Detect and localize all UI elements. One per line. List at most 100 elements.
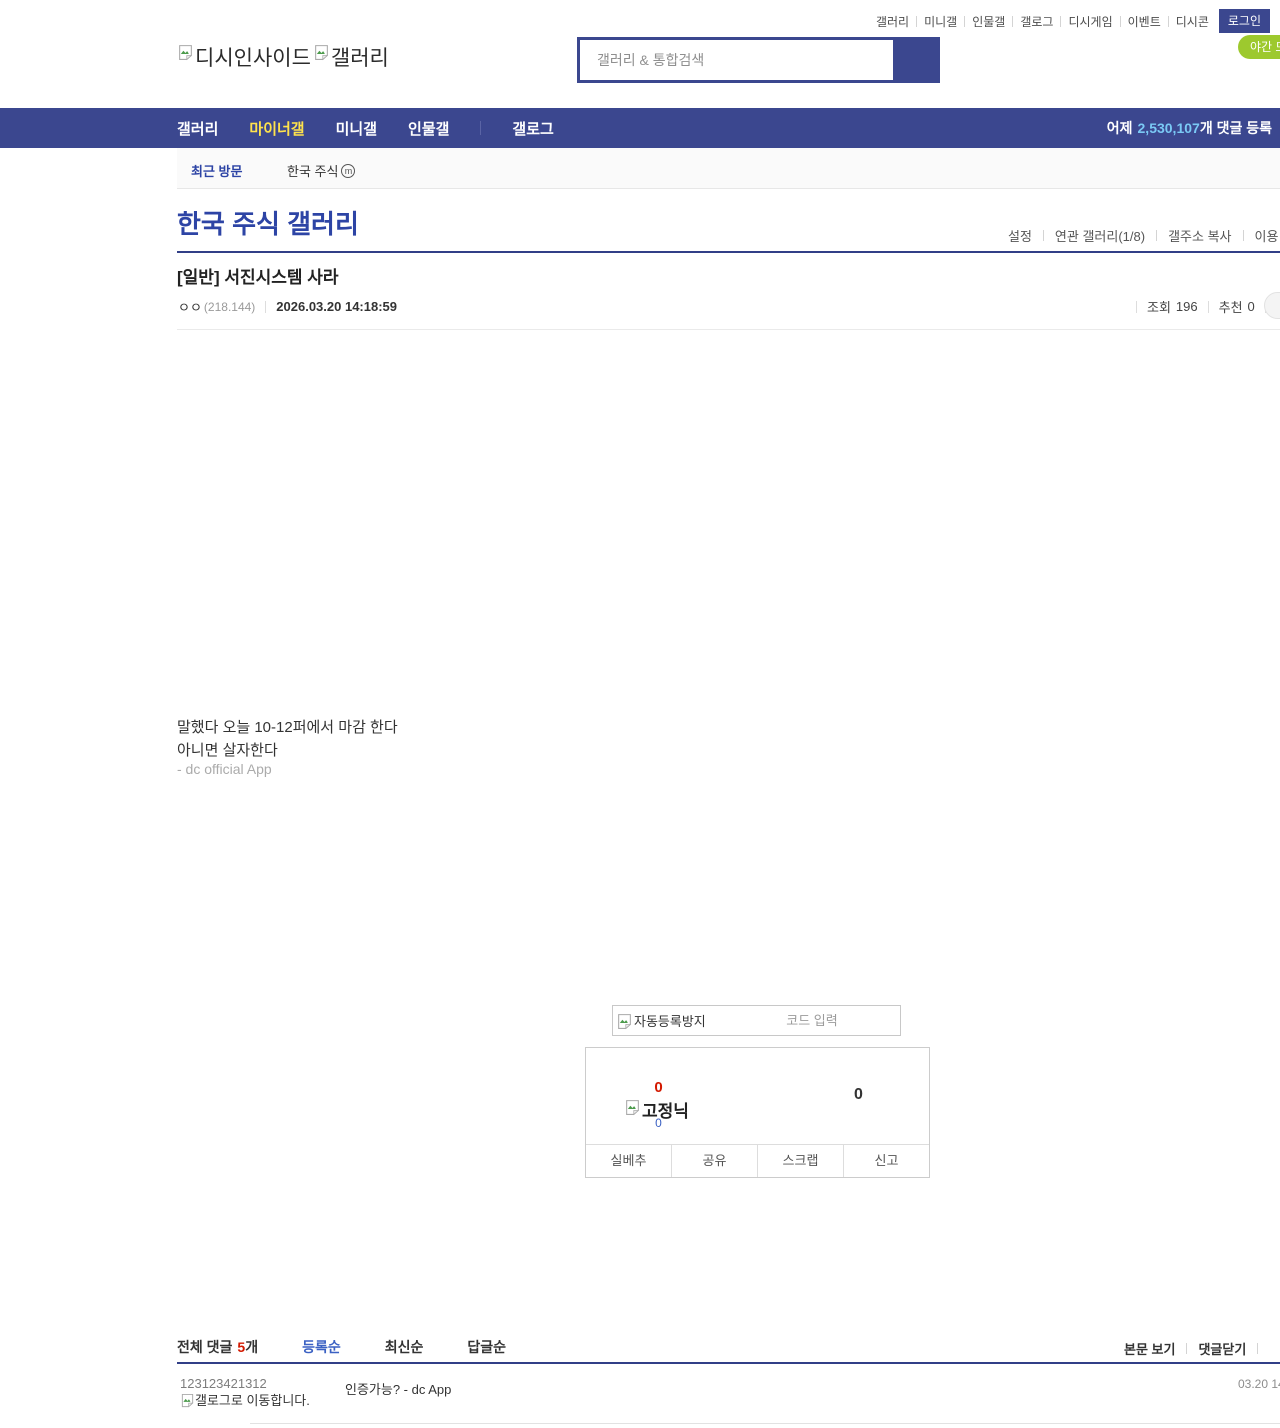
main-nav: 갤러리 마이너갤 미니갤 인물갤 갤로그 어제 2,530,107개 댓글 등록 [0, 108, 1280, 148]
downvote-count: 0 [816, 1086, 901, 1104]
close-comments-button[interactable]: 댓글닫기 [1198, 1339, 1246, 1358]
recent-visit-gallery-name: 한국 주식 [287, 161, 338, 180]
post-action-bar: 실베추 공유 스크랩 신고 [586, 1144, 929, 1177]
title-underline [177, 251, 1280, 253]
post-signature: - dc official App [177, 761, 272, 777]
divider [250, 1423, 1280, 1424]
recent-visit-bar: 최근 방문 한국 주식 m [177, 148, 1280, 189]
post-date: 2026.03.20 14:18:59 [276, 299, 397, 314]
divider [1186, 1343, 1187, 1354]
comment-nick[interactable]: 123123421312 [180, 1376, 267, 1391]
sort-tab-reply[interactable]: 답글순 [467, 1337, 506, 1357]
comments-header: 전체 댓글 5개 등록순 최신순 답글순 [177, 1337, 506, 1357]
nav-item-gallery[interactable]: 갤러리 [177, 118, 218, 139]
comments-underline [177, 1362, 1280, 1364]
site-logo[interactable]: 디시인사이드 갤러리 [177, 42, 391, 72]
divider [1012, 16, 1013, 27]
nav-item-persongal[interactable]: 인물갤 [408, 118, 449, 139]
captcha-image: 자동등록방지 [616, 1011, 724, 1030]
comments-total-suffix: 개 [245, 1337, 258, 1357]
broken-image-icon [177, 44, 194, 61]
top-utility-bar: 갤러리 미니갤 인물갤 갤로그 디시게임 이벤트 디시콘 로그인 [0, 0, 1280, 32]
topbar-link-persongal[interactable]: 인물갤 [972, 13, 1005, 30]
copy-gallery-url-link[interactable]: 갤주소 복사 [1168, 226, 1231, 245]
broken-image-icon [616, 1013, 633, 1030]
recommend-label: 추천 [1219, 297, 1243, 316]
gallery-title[interactable]: 한국 주식 갤러리 [177, 204, 359, 241]
sort-tab-registered[interactable]: 등록순 [302, 1337, 341, 1357]
nav-item-minorgal[interactable]: 마이너갤 [249, 118, 304, 139]
comment-content: 인증가능? - dc App [345, 1379, 451, 1398]
post-body-line2: 아니면 살자한다 [177, 739, 398, 762]
nav-item-minigal[interactable]: 미니갤 [336, 118, 377, 139]
stats-count: 2,530,107 [1138, 120, 1200, 136]
minor-gallery-badge: m [341, 164, 355, 178]
topbar-link-event[interactable]: 이벤트 [1128, 13, 1161, 30]
upvote-count: 0 [616, 1079, 701, 1096]
comment-stats: 어제 2,530,107개 댓글 등록 [1107, 108, 1272, 148]
post-body: 말했다 오늘 10-12퍼에서 마감 한다 아니면 살자한다 [177, 716, 398, 762]
captcha-box: 자동등록방지 [612, 1005, 901, 1036]
recommend-count: 0 [1248, 299, 1255, 314]
divider [916, 16, 917, 27]
logo-alt-gallery: 갤러리 [331, 42, 389, 72]
divider [1120, 16, 1121, 27]
divider [964, 16, 965, 27]
search-box [577, 37, 940, 83]
divider [1043, 230, 1044, 241]
login-button[interactable]: 로그인 [1219, 9, 1270, 33]
related-galleries-link[interactable]: 연관 갤러리(1/8) [1055, 226, 1145, 245]
topbar-link-gallery[interactable]: 갤러리 [876, 13, 909, 30]
search-input[interactable] [580, 40, 893, 80]
scrap-button[interactable]: 스크랩 [757, 1145, 843, 1177]
post-meta: ㅇㅇ (218.144) 2026.03.20 14:18:59 [178, 297, 397, 316]
comments-header-right: 본문 보기 댓글닫기 [1124, 1339, 1269, 1358]
view-label: 조회 [1147, 297, 1171, 316]
gallery-toolbar: 설정 연관 갤러리(1/8) 갤주소 복사 이용 [1008, 226, 1278, 245]
nav-item-gallog[interactable]: 갤로그 [512, 118, 553, 139]
post-writer[interactable]: ㅇㅇ [178, 297, 202, 316]
captcha-image-alt: 자동등록방지 [634, 1011, 706, 1030]
topbar-link-gallog[interactable]: 갤로그 [1020, 13, 1053, 30]
broken-image-icon [313, 44, 330, 61]
comment-date: 03.20 14 [1238, 1377, 1280, 1391]
post-title: [일반] 서진시스템 사라 [177, 263, 339, 288]
share-button[interactable]: 공유 [671, 1145, 757, 1177]
post-body-line1: 말했다 오늘 10-12퍼에서 마감 한다 [177, 716, 398, 739]
divider [1136, 301, 1137, 313]
topbar-link-minigal[interactable]: 미니갤 [924, 13, 957, 30]
divider [1257, 1343, 1258, 1354]
divider [1168, 16, 1169, 27]
recent-visit-label: 최근 방문 [191, 161, 242, 180]
recent-visit-gallery[interactable]: 한국 주식 m [287, 161, 355, 180]
broken-image-icon [624, 1099, 641, 1116]
gallery-settings-link[interactable]: 설정 [1008, 226, 1032, 245]
divider [1156, 230, 1157, 241]
broken-image-icon [180, 1393, 195, 1408]
divider [1208, 301, 1209, 313]
topbar-link-dccon[interactable]: 디시콘 [1176, 13, 1209, 30]
comments-total-count: 5 [237, 1339, 245, 1355]
topbar-link-dcgame[interactable]: 디시게임 [1068, 13, 1112, 30]
vote-widget: 0 고정닉 0 0 실베추 공유 스크랩 신고 [585, 1047, 930, 1178]
usage-guide-link[interactable]: 이용 [1255, 226, 1279, 245]
stats-prefix: 어제 [1107, 120, 1133, 136]
divider [177, 329, 1280, 330]
comments-total: 전체 댓글 5개 [177, 1337, 258, 1357]
logo-alt-dcinside: 디시인사이드 [195, 42, 311, 72]
divider [480, 121, 481, 135]
sort-tab-newest[interactable]: 최신순 [385, 1337, 424, 1357]
search-button[interactable] [893, 40, 937, 80]
captcha-input[interactable] [724, 1013, 900, 1028]
view-count: 196 [1176, 299, 1198, 314]
post-writer-ip: (218.144) [204, 300, 255, 314]
report-button[interactable]: 신고 [843, 1145, 929, 1177]
night-mode-button[interactable]: 야간 모드 [1238, 35, 1280, 59]
post-meta-right: 조회 196 추천 0 [1126, 297, 1276, 316]
stats-suffix: 개 댓글 등록 [1200, 120, 1272, 136]
comment-gallog-alt: 갤로그로 이동합니다. [195, 1393, 310, 1408]
silbechu-button[interactable]: 실베추 [586, 1145, 671, 1177]
view-post-button[interactable]: 본문 보기 [1124, 1339, 1175, 1358]
comment-gallog-link[interactable]: 갤로그로 이동합니다. [180, 1391, 312, 1408]
divider [1243, 230, 1244, 241]
